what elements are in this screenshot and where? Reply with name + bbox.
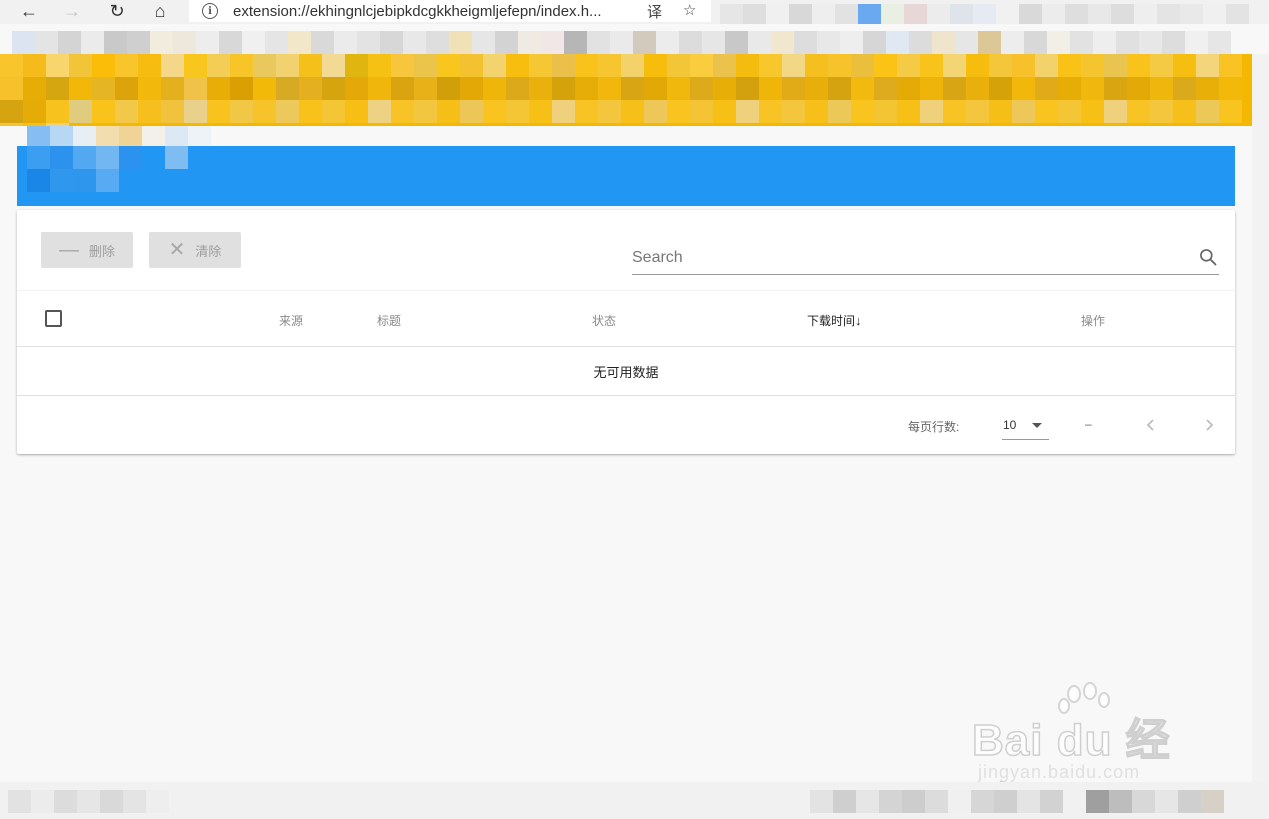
blurred-app-banner — [0, 54, 1252, 126]
search-field[interactable] — [632, 240, 1219, 275]
pagination-footer: 每页行数: 10 – — [17, 396, 1235, 454]
watermark-url: jingyan.baidu.com — [978, 762, 1141, 782]
column-header-title[interactable]: 标题 — [377, 312, 401, 329]
back-icon[interactable]: ← — [12, 0, 46, 22]
favorite-star-icon[interactable]: ☆ — [683, 1, 696, 19]
table-header-row: 来源 标题 状态 下载时间↓ 操作 — [17, 290, 1235, 347]
previous-page-button[interactable] — [1139, 413, 1163, 437]
clear-button-label: 清除 — [195, 243, 222, 259]
blurred-taskbar — [0, 782, 1269, 819]
search-input[interactable] — [632, 246, 1182, 270]
address-url[interactable]: extension://ekhingnlcjebipkdcgkkheigmlje… — [233, 3, 633, 20]
translate-icon[interactable]: 译 — [647, 1, 662, 22]
column-header-actions[interactable]: 操作 — [1081, 312, 1105, 329]
rows-per-page-label: 每页行数: — [908, 420, 960, 434]
column-header-status[interactable]: 状态 — [592, 312, 616, 329]
column-header-source[interactable]: 来源 — [279, 312, 303, 329]
downloads-table-card: — 删除 ✕ 清除 来源 标题 状态 下载时间↓ 操作 无可用数据 每页行数: … — [17, 210, 1235, 454]
rows-per-page-select[interactable]: 10 — [1002, 414, 1049, 440]
select-all-checkbox[interactable] — [45, 310, 62, 327]
rows-per-page-value: 10 — [1003, 418, 1017, 432]
column-header-download-time[interactable]: 下载时间↓ — [807, 312, 862, 329]
reload-icon[interactable]: ↻ — [100, 0, 134, 22]
page-scrollbar[interactable] — [1252, 54, 1269, 782]
column-header-download-time-label: 下载时间 — [807, 314, 856, 328]
home-icon[interactable]: ⌂ — [143, 0, 177, 22]
forward-icon[interactable]: → — [55, 0, 89, 22]
blurred-bookmarks-bar — [12, 31, 1250, 54]
delete-button-label: 删除 — [88, 243, 115, 259]
empty-state-text: 无可用数据 — [593, 364, 659, 380]
blurred-header-title — [27, 146, 189, 192]
sort-arrow-down-icon: ↓ — [855, 313, 862, 328]
page-range-text: – — [1085, 417, 1092, 431]
search-icon[interactable] — [1198, 247, 1218, 267]
app-header-bar — [17, 146, 1235, 206]
delete-button[interactable]: — 删除 — [41, 232, 133, 268]
baidu-jingyan-watermark: Bai du 经验 jingyan.baidu.com — [971, 682, 1212, 819]
chevron-right-icon — [1206, 419, 1214, 431]
blurred-toolbar-icons — [720, 4, 1250, 24]
dropdown-caret-icon — [1032, 423, 1042, 428]
next-page-button[interactable] — [1197, 413, 1221, 437]
site-info-icon[interactable]: i — [202, 3, 218, 19]
empty-state-row: 无可用数据 — [17, 347, 1235, 396]
minus-icon: — — [58, 239, 79, 261]
clear-button[interactable]: ✕ 清除 — [149, 232, 241, 268]
address-bar[interactable]: i extension://ekhingnlcjebipkdcgkkheigml… — [189, 0, 711, 22]
close-icon: ✕ — [168, 239, 186, 261]
chevron-left-icon — [1146, 419, 1154, 431]
browser-toolbar: ← → ↻ ⌂ i extension://ekhingnlcjebipkdcg… — [0, 0, 1269, 24]
